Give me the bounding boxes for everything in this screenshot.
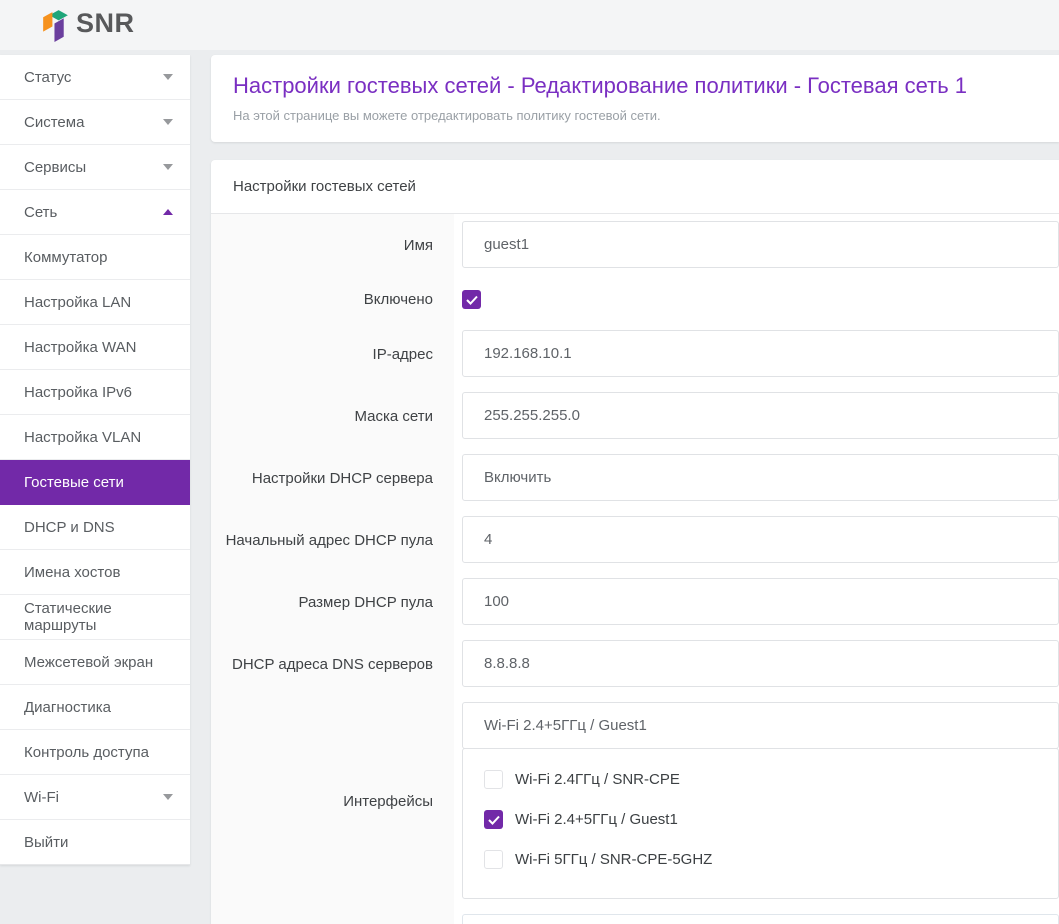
chevron-down-icon [163,74,173,80]
form-row-ip-address: IP-адрес [211,323,1059,385]
form-row-dhcp-pool-start: Начальный адрес DHCP пула [211,509,1059,571]
sidebar-item-label: Контроль доступа [24,744,149,761]
brand-name: SNR [76,8,135,39]
field-label: Настройки DHCP сервера [211,447,454,509]
sidebar-item-ipv6-settings[interactable]: Настройка IPv6 [0,370,190,415]
snr-logo-icon [42,7,69,44]
sidebar-item-system[interactable]: Система [0,100,190,145]
interface-option-label: Wi-Fi 5ГГц / SNR-CPE-5GHZ [515,851,712,868]
field-label: Интерфейсы [211,695,454,907]
interface-option[interactable]: Wi-Fi 5ГГц / SNR-CPE-5GHZ [484,850,1058,869]
page-subtitle: На этой странице вы можете отредактирова… [233,108,1035,123]
field-label: IP-адрес [211,323,454,385]
snr-logo: SNR [42,7,135,44]
sidebar-item-label: Настройка VLAN [24,429,141,446]
interface-checkbox[interactable] [484,770,503,789]
sidebar-item-label: Статические маршруты [24,600,173,634]
sidebar-item-label: Имена хостов [24,564,120,581]
sidebar-item-hostnames[interactable]: Имена хостов [0,550,190,595]
main-content: Настройки гостевых сетей - Редактировани… [211,55,1059,924]
check-icon [466,295,478,305]
sidebar-item-status[interactable]: Статус [0,55,190,100]
sidebar-item-label: Выйти [24,834,68,851]
chevron-down-icon [163,164,173,170]
chevron-up-icon [163,209,173,215]
interface-option[interactable]: Wi-Fi 2.4+5ГГц / Guest1 [484,810,1058,829]
sidebar-item-wifi[interactable]: Wi-Fi [0,775,190,820]
sidebar-item-switch[interactable]: Коммутатор [0,235,190,280]
sidebar-item-network[interactable]: Сеть [0,190,190,235]
name-input[interactable] [462,221,1059,268]
field-label: Начальный адрес DHCP пула [211,509,454,571]
sidebar-item-label: Wi-Fi [24,789,59,806]
sidebar-item-label: Диагностика [24,699,111,716]
page-header-card: Настройки гостевых сетей - Редактировани… [211,55,1059,142]
sidebar-item-firewall[interactable]: Межсетевой экран [0,640,190,685]
form-row-dhcp-server: Настройки DHCP сервера Включить [211,447,1059,509]
sidebar-item-label: Гостевые сети [24,474,124,491]
netmask-input[interactable] [462,392,1059,439]
guest-network-form-card: Настройки гостевых сетей Имя Включено IP… [211,160,1059,924]
form-row-interfaces: Интерфейсы Wi-Fi 2.4+5ГГц / Guest1 Wi-Fi… [211,695,1059,907]
form-row-partial [211,907,1059,924]
sidebar-item-access-control[interactable]: Контроль доступа [0,730,190,775]
text-input[interactable] [462,914,1059,924]
sidebar-item-label: Настройка IPv6 [24,384,132,401]
top-bar: SNR [0,0,1059,50]
dhcp-pool-start-input[interactable] [462,516,1059,563]
section-title: Настройки гостевых сетей [211,160,1059,214]
form-row-dhcp-pool-size: Размер DHCP пула [211,571,1059,633]
check-icon [488,815,500,825]
field-label: Включено [211,276,454,323]
enabled-checkbox[interactable] [462,290,481,309]
field-label: Маска сети [211,385,454,447]
sidebar-item-label: Сеть [24,204,57,221]
chevron-down-icon [163,794,173,800]
sidebar-item-label: DHCP и DNS [24,519,115,536]
sidebar-item-label: Настройка WAN [24,339,136,356]
form-row-netmask: Маска сети [211,385,1059,447]
dhcp-dns-input[interactable] [462,640,1059,687]
interfaces-multiselect[interactable]: Wi-Fi 2.4+5ГГц / Guest1 [462,702,1059,749]
sidebar-item-label: Система [24,114,84,131]
sidebar-item-guest-networks[interactable]: Гостевые сети [0,460,190,505]
sidebar-item-vlan-settings[interactable]: Настройка VLAN [0,415,190,460]
sidebar-item-lan-settings[interactable]: Настройка LAN [0,280,190,325]
page-title: Настройки гостевых сетей - Редактировани… [233,71,1035,100]
sidebar-item-label: Коммутатор [24,249,107,266]
field-label: Размер DHCP пула [211,571,454,633]
dhcp-server-selected-value: Включить [484,469,551,486]
interface-checkbox[interactable] [484,810,503,829]
sidebar-item-services[interactable]: Сервисы [0,145,190,190]
interface-option-label: Wi-Fi 2.4ГГц / SNR-CPE [515,771,680,788]
ip-address-input[interactable] [462,330,1059,377]
dhcp-server-select[interactable]: Включить [462,454,1059,501]
chevron-down-icon [163,119,173,125]
form-row-enabled: Включено [211,276,1059,323]
sidebar-item-label: Межсетевой экран [24,654,153,671]
interface-checkbox[interactable] [484,850,503,869]
interface-option-label: Wi-Fi 2.4+5ГГц / Guest1 [515,811,678,828]
sidebar-item-dhcp-dns[interactable]: DHCP и DNS [0,505,190,550]
sidebar-item-wan-settings[interactable]: Настройка WAN [0,325,190,370]
interface-option[interactable]: Wi-Fi 2.4ГГц / SNR-CPE [484,770,1058,789]
sidebar-item-label: Сервисы [24,159,86,176]
field-label: DHCP адреса DNS серверов [211,633,454,695]
sidebar-item-label: Статус [24,69,71,86]
interfaces-selected-value: Wi-Fi 2.4+5ГГц / Guest1 [484,717,647,734]
form-row-name: Имя [211,214,1059,276]
sidebar-item-static-routes[interactable]: Статические маршруты [0,595,190,640]
field-label: Имя [211,214,454,276]
dhcp-pool-size-input[interactable] [462,578,1059,625]
interfaces-options-panel: Wi-Fi 2.4ГГц / SNR-CPE Wi-Fi 2.4+5ГГц / … [462,748,1059,899]
sidebar-item-label: Настройка LAN [24,294,131,311]
sidebar: Статус Система Сервисы Сеть Коммутатор Н… [0,55,190,865]
form-row-dhcp-dns: DHCP адреса DNS серверов [211,633,1059,695]
sidebar-item-logout[interactable]: Выйти [0,820,190,865]
sidebar-item-diagnostics[interactable]: Диагностика [0,685,190,730]
